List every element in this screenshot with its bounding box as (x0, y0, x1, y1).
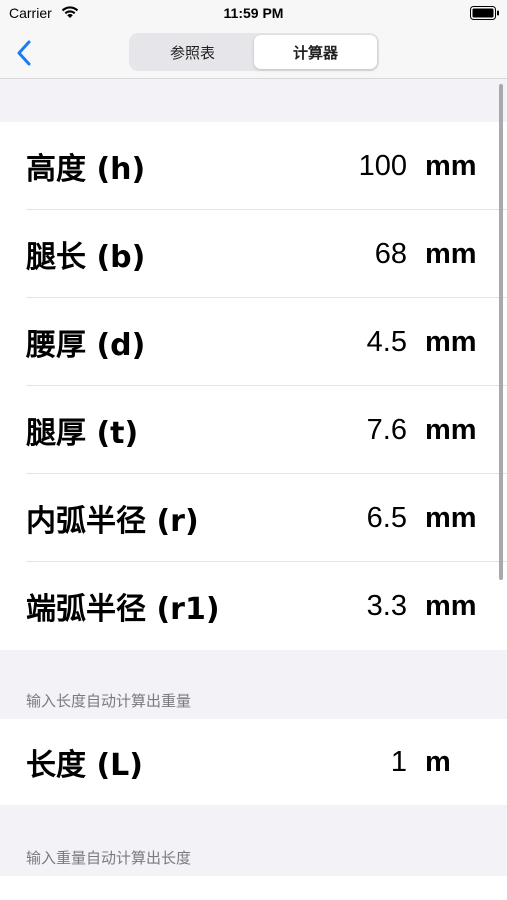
leg-length-value[interactable]: 68 (375, 238, 407, 271)
height-value[interactable]: 100 (359, 150, 407, 183)
navigation-bar: 参照表 计算器 (0, 28, 507, 79)
row-unit: mm (425, 589, 477, 622)
dimension-row-height[interactable]: 高度 (h) 100 mm (0, 122, 507, 210)
back-button[interactable] (12, 38, 36, 68)
scroll-indicator[interactable] (499, 84, 503, 580)
dimension-row-end-radius[interactable]: 端弧半径 (r1) 3.3 mm (0, 562, 507, 650)
row-unit: mm (425, 501, 477, 534)
row-label: 腿厚 (t) (26, 416, 139, 451)
dimension-row-web-thickness[interactable]: 腰厚 (d) 4.5 mm (0, 298, 507, 386)
row-label: 长度 (L) (26, 748, 143, 783)
chevron-left-icon (17, 40, 31, 66)
weight-section-caption: 输入重量自动计算出长度 (26, 849, 192, 867)
end-radius-value[interactable]: 3.3 (367, 590, 407, 623)
dimension-row-leg-length[interactable]: 腿长 (b) 68 mm (0, 210, 507, 298)
leg-thickness-value[interactable]: 7.6 (367, 414, 407, 447)
row-unit: mm (425, 237, 477, 270)
row-unit: mm (425, 325, 477, 358)
length-value[interactable]: 1 (391, 746, 407, 779)
row-label: 腰厚 (d) (26, 328, 146, 363)
status-bar: Carrier 11:59 PM (0, 0, 507, 28)
length-section-caption: 输入长度自动计算出重量 (26, 692, 192, 710)
dimensions-group: 高度 (h) 100 mm 腿长 (b) 68 mm 腰厚 (d) 4.5 mm… (0, 122, 507, 650)
length-group: 长度 (L) 1 m (0, 719, 507, 805)
tab-reference-table[interactable]: 参照表 (131, 35, 254, 69)
status-time: 11:59 PM (223, 5, 284, 21)
dimension-row-leg-thickness[interactable]: 腿厚 (t) 7.6 mm (0, 386, 507, 474)
row-label: 内弧半径 (r) (26, 504, 199, 539)
dimension-row-inner-radius[interactable]: 内弧半径 (r) 6.5 mm (0, 474, 507, 562)
row-label: 端弧半径 (r1) (26, 592, 220, 627)
row-unit: mm (425, 413, 477, 446)
web-thickness-value[interactable]: 4.5 (367, 326, 407, 359)
tab-calculator[interactable]: 计算器 (254, 35, 377, 69)
inner-radius-value[interactable]: 6.5 (367, 502, 407, 535)
weight-group (0, 876, 507, 900)
segmented-control: 参照表 计算器 (129, 33, 379, 71)
row-label: 高度 (h) (26, 152, 146, 187)
battery-icon (470, 6, 499, 20)
row-label: 腿长 (b) (26, 240, 146, 275)
length-row[interactable]: 长度 (L) 1 m (0, 719, 507, 805)
row-unit: m (425, 745, 451, 778)
row-unit: mm (425, 149, 477, 182)
